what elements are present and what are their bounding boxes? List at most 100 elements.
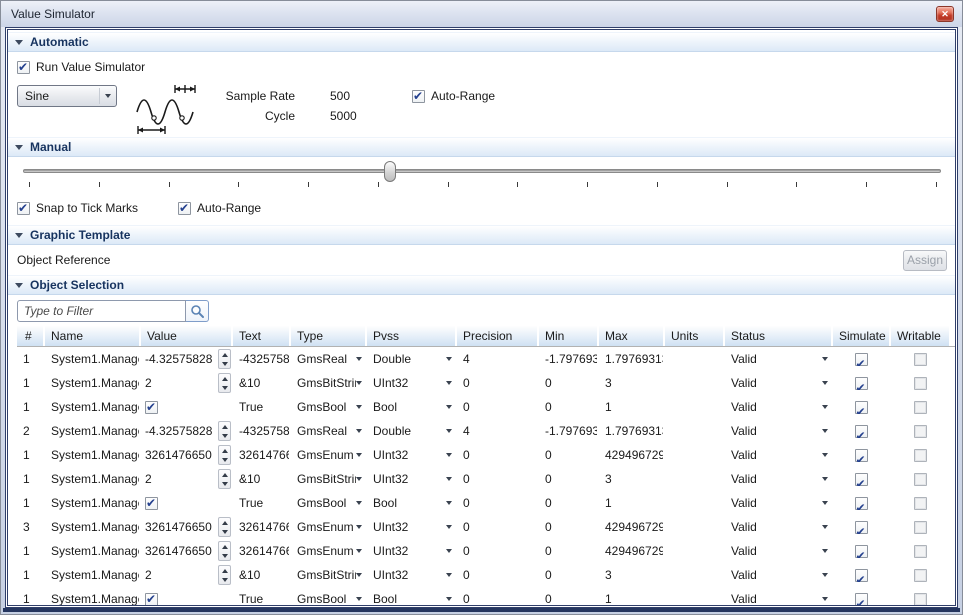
column-header-status[interactable]: Status bbox=[725, 326, 831, 346]
value-text[interactable]: 2 bbox=[145, 568, 218, 582]
value-spinner[interactable] bbox=[218, 421, 231, 441]
writable-checkbox[interactable] bbox=[914, 449, 927, 462]
auto-range-checkbox-manual[interactable] bbox=[178, 202, 191, 215]
value-checkbox[interactable] bbox=[145, 401, 158, 414]
column-header-name[interactable]: Name bbox=[45, 326, 139, 346]
column-header-min[interactable]: Min bbox=[539, 326, 597, 346]
cell-type-dropdown[interactable]: GmsEnum bbox=[291, 443, 365, 467]
spinner-down-icon[interactable] bbox=[219, 359, 230, 368]
spinner-down-icon[interactable] bbox=[219, 575, 230, 584]
spinner-up-icon[interactable] bbox=[219, 350, 230, 359]
table-row[interactable]: 1System1.Managen32614766503261476650GmsE… bbox=[17, 539, 955, 563]
cell-pvss-dropdown[interactable]: UInt32 bbox=[367, 515, 455, 539]
value-text[interactable]: 3261476650 bbox=[145, 448, 218, 462]
cell-type-dropdown[interactable]: GmsBitString bbox=[291, 563, 365, 587]
title-bar[interactable]: Value Simulator ✕ bbox=[1, 1, 962, 27]
value-text[interactable]: 2 bbox=[145, 472, 218, 486]
cell-pvss-dropdown[interactable]: UInt32 bbox=[367, 467, 455, 491]
cell-status-dropdown[interactable]: Valid bbox=[725, 395, 831, 419]
cell-pvss-dropdown[interactable]: Double bbox=[367, 347, 455, 371]
spinner-down-icon[interactable] bbox=[219, 383, 230, 392]
section-header-automatic[interactable]: Automatic bbox=[8, 32, 955, 52]
section-header-manual[interactable]: Manual bbox=[8, 137, 955, 157]
simulate-checkbox[interactable] bbox=[855, 569, 868, 582]
cell-type-dropdown[interactable]: GmsEnum bbox=[291, 539, 365, 563]
spinner-down-icon[interactable] bbox=[219, 455, 230, 464]
cell-pvss-dropdown[interactable]: Bool bbox=[367, 491, 455, 515]
column-header-writable[interactable]: Writable bbox=[891, 326, 949, 346]
simulate-checkbox[interactable] bbox=[855, 521, 868, 534]
cell-type-dropdown[interactable]: GmsReal bbox=[291, 347, 365, 371]
cell-status-dropdown[interactable]: Valid bbox=[725, 347, 831, 371]
value-text[interactable]: 3261476650 bbox=[145, 520, 218, 534]
simulate-checkbox[interactable] bbox=[855, 473, 868, 486]
writable-checkbox[interactable] bbox=[914, 473, 927, 486]
manual-value-slider-track[interactable] bbox=[23, 169, 941, 173]
simulate-checkbox[interactable] bbox=[855, 353, 868, 366]
manual-value-slider-handle[interactable] bbox=[384, 161, 396, 182]
writable-checkbox[interactable] bbox=[914, 569, 927, 582]
section-header-object-selection[interactable]: Object Selection bbox=[8, 275, 955, 295]
spinner-down-icon[interactable] bbox=[219, 551, 230, 560]
writable-checkbox[interactable] bbox=[914, 521, 927, 534]
spinner-down-icon[interactable] bbox=[219, 527, 230, 536]
cell-pvss-dropdown[interactable]: Bool bbox=[367, 587, 455, 606]
value-text[interactable]: -4.32575828 bbox=[145, 352, 218, 366]
value-spinner[interactable] bbox=[218, 469, 231, 489]
writable-checkbox[interactable] bbox=[914, 353, 927, 366]
cell-status-dropdown[interactable]: Valid bbox=[725, 587, 831, 606]
close-icon[interactable]: ✕ bbox=[936, 6, 954, 22]
value-spinner[interactable] bbox=[218, 517, 231, 537]
cell-type-dropdown[interactable]: GmsEnum bbox=[291, 515, 365, 539]
cell-type-dropdown[interactable]: GmsBool bbox=[291, 395, 365, 419]
spinner-down-icon[interactable] bbox=[219, 431, 230, 440]
value-text[interactable]: 2 bbox=[145, 376, 218, 390]
value-text[interactable]: 3261476650 bbox=[145, 544, 218, 558]
cell-status-dropdown[interactable]: Valid bbox=[725, 563, 831, 587]
section-header-graphic-template[interactable]: Graphic Template bbox=[8, 225, 955, 245]
writable-checkbox[interactable] bbox=[914, 377, 927, 390]
filter-input[interactable] bbox=[17, 300, 186, 322]
table-row[interactable]: 2System1.Managen-4.32575828-43257582GmsR… bbox=[17, 419, 955, 443]
table-row[interactable]: 1System1.ManagenTrueGmsBoolBool001Valid bbox=[17, 587, 955, 606]
cell-status-dropdown[interactable]: Valid bbox=[725, 539, 831, 563]
writable-checkbox[interactable] bbox=[914, 593, 927, 606]
table-row[interactable]: 1System1.Managen-4.32575828-43257582GmsR… bbox=[17, 347, 955, 371]
cell-status-dropdown[interactable]: Valid bbox=[725, 467, 831, 491]
cell-pvss-dropdown[interactable]: Bool bbox=[367, 395, 455, 419]
cell-type-dropdown[interactable]: GmsBitString bbox=[291, 371, 365, 395]
column-header-type[interactable]: Type bbox=[291, 326, 365, 346]
column-header-pvss[interactable]: Pvss bbox=[367, 326, 455, 346]
cell-status-dropdown[interactable]: Valid bbox=[725, 515, 831, 539]
cell-pvss-dropdown[interactable]: UInt32 bbox=[367, 443, 455, 467]
cell-type-dropdown[interactable]: GmsBool bbox=[291, 491, 365, 515]
table-row[interactable]: 1System1.ManagenTrueGmsBoolBool001Valid bbox=[17, 491, 955, 515]
simulate-checkbox[interactable] bbox=[855, 545, 868, 558]
cell-status-dropdown[interactable]: Valid bbox=[725, 419, 831, 443]
simulate-checkbox[interactable] bbox=[855, 377, 868, 390]
column-header-value[interactable]: Value bbox=[141, 326, 231, 346]
column-header-max[interactable]: Max bbox=[599, 326, 663, 346]
assign-button[interactable]: Assign bbox=[903, 250, 947, 271]
value-text[interactable]: -4.32575828 bbox=[145, 424, 218, 438]
writable-checkbox[interactable] bbox=[914, 497, 927, 510]
cell-status-dropdown[interactable]: Valid bbox=[725, 371, 831, 395]
value-checkbox[interactable] bbox=[145, 593, 158, 606]
value-spinner[interactable] bbox=[218, 541, 231, 561]
cell-status-dropdown[interactable]: Valid bbox=[725, 491, 831, 515]
column-header-units[interactable]: Units bbox=[665, 326, 723, 346]
table-row[interactable]: 1System1.Managen2&10GmsBitStringUInt3200… bbox=[17, 467, 955, 491]
spinner-up-icon[interactable] bbox=[219, 566, 230, 575]
cell-pvss-dropdown[interactable]: UInt32 bbox=[367, 371, 455, 395]
column-header-text[interactable]: Text bbox=[233, 326, 289, 346]
value-spinner[interactable] bbox=[218, 565, 231, 585]
value-checkbox[interactable] bbox=[145, 497, 158, 510]
cell-pvss-dropdown[interactable]: UInt32 bbox=[367, 539, 455, 563]
cell-type-dropdown[interactable]: GmsReal bbox=[291, 419, 365, 443]
simulate-checkbox[interactable] bbox=[855, 593, 868, 606]
spinner-up-icon[interactable] bbox=[219, 470, 230, 479]
value-spinner[interactable] bbox=[218, 445, 231, 465]
value-spinner[interactable] bbox=[218, 349, 231, 369]
cell-status-dropdown[interactable]: Valid bbox=[725, 443, 831, 467]
simulate-checkbox[interactable] bbox=[855, 497, 868, 510]
